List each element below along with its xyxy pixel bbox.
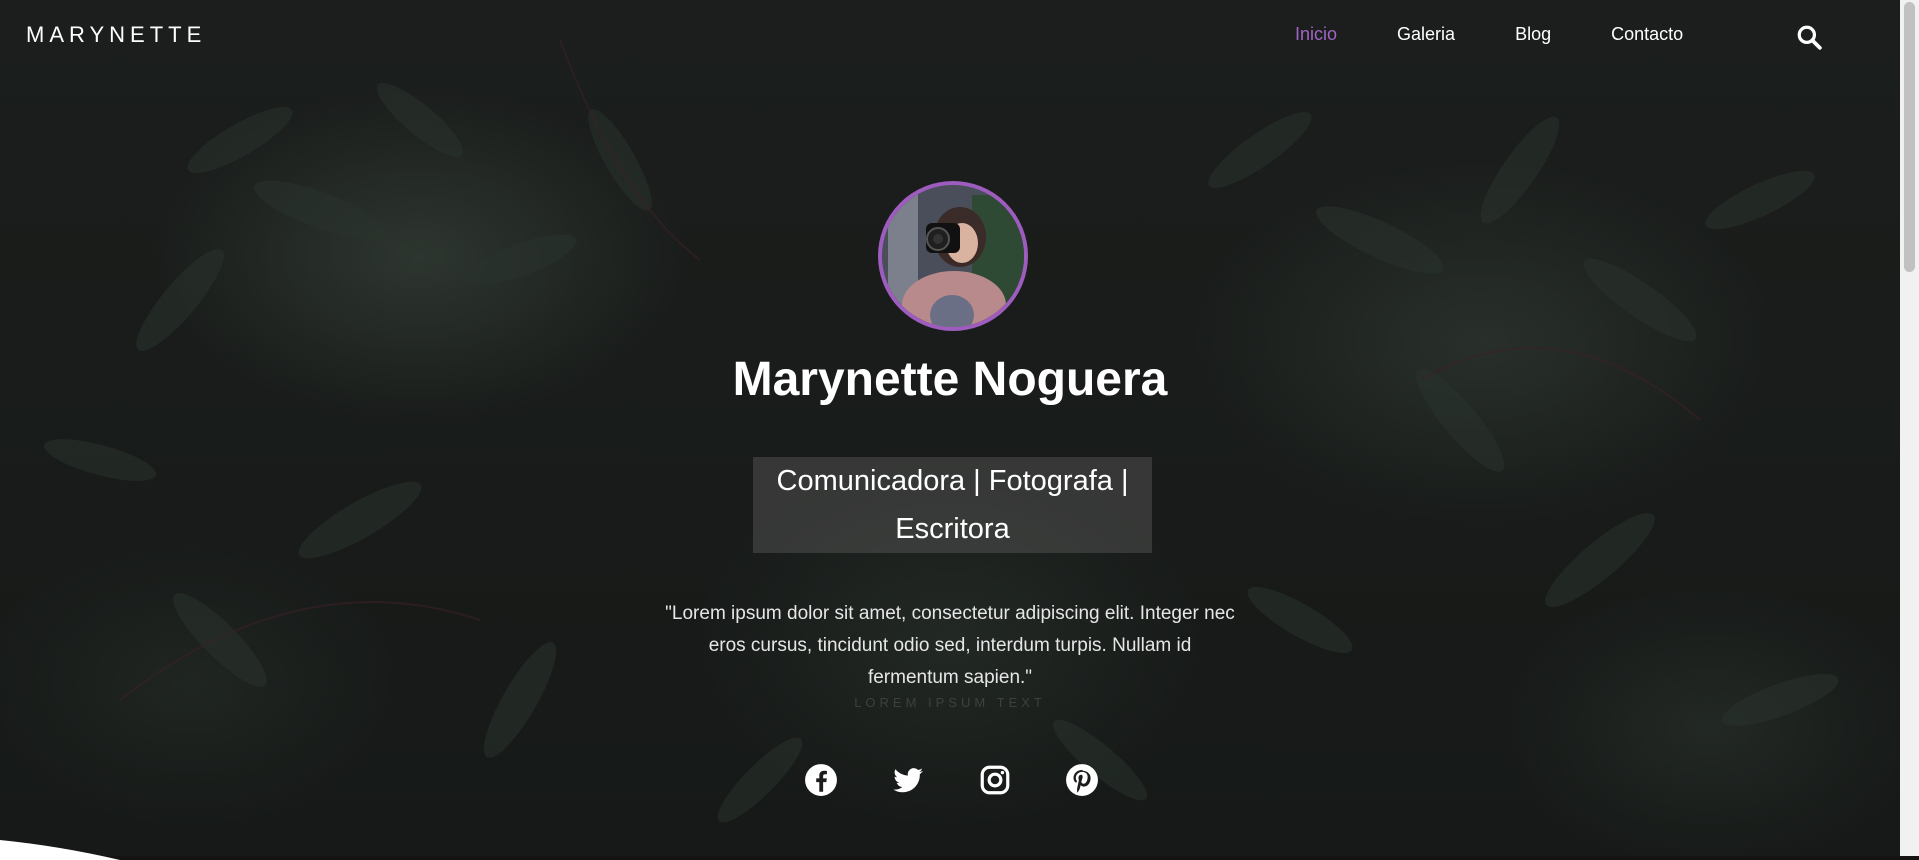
main-nav: Inicio Galeria Blog Contacto xyxy=(1295,24,1743,45)
profile-quote: "Lorem ipsum dolor sit amet, consectetur… xyxy=(665,603,1235,688)
twitter-icon[interactable] xyxy=(891,763,925,797)
nav-item-inicio[interactable]: Inicio xyxy=(1295,24,1337,45)
top-navbar: MARYNETTE Inicio Galeria Blog Contacto xyxy=(0,0,1900,70)
hero-section xyxy=(0,0,1900,856)
profile-avatar xyxy=(878,181,1028,331)
site-logo[interactable]: MARYNETTE xyxy=(26,22,206,48)
tagline: Comunicadora | Fotografa | Escritora xyxy=(753,457,1152,553)
foliage-background xyxy=(43,39,1839,823)
ghost-subtext: LOREM IPSUM TEXT xyxy=(854,695,1046,710)
pinterest-icon[interactable] xyxy=(1065,763,1099,797)
instagram-icon[interactable] xyxy=(978,763,1012,797)
nav-item-galeria[interactable]: Galeria xyxy=(1397,24,1455,45)
social-links xyxy=(804,763,1152,797)
tagline-line-1: Comunicadora | Fotografa | xyxy=(776,465,1129,497)
profile-photo xyxy=(882,185,1024,327)
nav-item-blog[interactable]: Blog xyxy=(1515,24,1551,45)
profile-name: Marynette Noguera xyxy=(732,353,1168,406)
facebook-icon[interactable] xyxy=(804,763,838,797)
search-icon[interactable] xyxy=(1796,24,1822,50)
tagline-line-2: Escritora xyxy=(895,513,1010,545)
scrollbar-thumb[interactable] xyxy=(1904,2,1915,272)
nav-item-contacto[interactable]: Contacto xyxy=(1611,24,1683,45)
